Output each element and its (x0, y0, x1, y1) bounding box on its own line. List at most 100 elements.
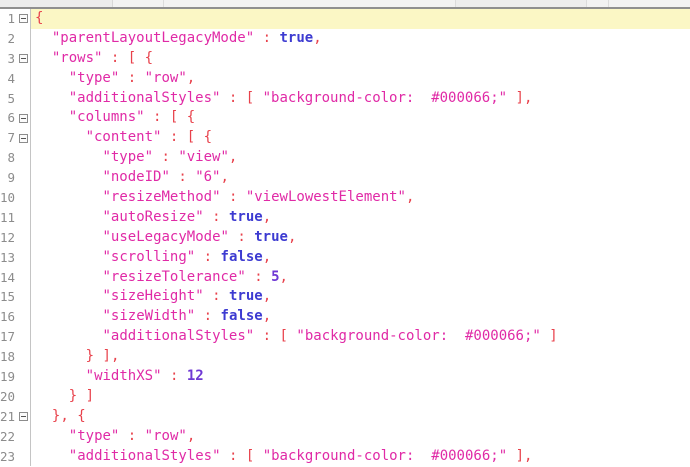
code-line[interactable]: 20 } ] (0, 387, 690, 407)
code-line[interactable]: 23 "additionalStyles" : [ "background-co… (0, 447, 690, 467)
code-token: : (254, 269, 262, 285)
code-token (221, 448, 229, 464)
code-token: "nodeID" (102, 169, 169, 185)
code-token (237, 189, 245, 205)
fold-toggle-icon[interactable] (19, 54, 28, 63)
gutter: 7 (0, 128, 31, 148)
line-number: 5 (0, 89, 17, 109)
line-number: 8 (0, 148, 17, 168)
code-line[interactable]: 15 "sizeHeight" : true, (0, 287, 690, 307)
code-token: "useLegacyMode" (103, 229, 229, 245)
code-token: "type" (69, 70, 120, 86)
code-line[interactable]: 18 } ], (0, 347, 690, 367)
code-token: "autoResize" (103, 209, 204, 225)
code-line[interactable]: 16 "sizeWidth" : false, (0, 307, 690, 327)
code-token (136, 50, 144, 66)
code-token (162, 368, 170, 384)
code-token: ] (516, 448, 524, 464)
code-token (69, 408, 77, 424)
code-line-text: "rows" : [ { (31, 49, 690, 69)
code-line[interactable]: 1{ (0, 9, 690, 29)
code-token (237, 448, 245, 464)
line-number: 18 (0, 347, 17, 367)
code-token (195, 308, 203, 324)
code-token: { (187, 109, 195, 125)
code-line[interactable]: 2 "parentLayoutLegacyMode" : true, (0, 29, 690, 49)
line-number: 12 (0, 228, 17, 248)
code-line-text: "type" : "view", (31, 148, 690, 168)
code-token (35, 448, 69, 464)
code-token: , (280, 269, 288, 285)
code-token: "viewLowestElement" (246, 189, 406, 205)
code-token: : (263, 328, 271, 344)
code-token: ] (516, 90, 524, 106)
fold-toggle-icon[interactable] (19, 114, 28, 123)
code-line[interactable]: 6 "columns" : [ { (0, 108, 690, 128)
code-token: 5 (271, 269, 279, 285)
fold-toggle-icon[interactable] (19, 134, 28, 143)
code-token (161, 109, 169, 125)
code-token (178, 129, 186, 145)
code-token (254, 30, 262, 46)
code-token (35, 348, 86, 364)
code-editor[interactable]: 1{2 "parentLayoutLegacyMode" : true,3 "r… (0, 9, 690, 466)
code-line[interactable]: 21 }, { (0, 407, 690, 427)
code-line[interactable]: 7 "content" : [ { (0, 128, 690, 148)
gutter: 1 (0, 9, 31, 29)
code-line[interactable]: 4 "type" : "row", (0, 69, 690, 89)
code-line[interactable]: 14 "resizeTolerance" : 5, (0, 268, 690, 288)
fold-toggle-icon[interactable] (19, 14, 28, 23)
line-number: 3 (0, 49, 17, 69)
gutter: 5 (0, 89, 31, 109)
code-token (187, 169, 195, 185)
code-token (145, 109, 153, 125)
code-token: "rows" (52, 50, 103, 66)
code-token: "columns" (69, 109, 145, 125)
code-token: , (524, 448, 532, 464)
code-line[interactable]: 22 "type" : "row", (0, 427, 690, 447)
line-number: 22 (0, 427, 17, 447)
code-token (35, 129, 86, 145)
code-token: ] (549, 328, 557, 344)
code-line[interactable]: 11 "autoResize" : true, (0, 208, 690, 228)
code-line[interactable]: 8 "type" : "view", (0, 148, 690, 168)
code-token: : (204, 308, 212, 324)
code-token: ] (103, 348, 111, 364)
gutter: 13 (0, 248, 31, 268)
gutter: 4 (0, 69, 31, 89)
code-line[interactable]: 17 "additionalStyles" : [ "background-co… (0, 327, 690, 347)
code-token (246, 229, 254, 245)
line-number: 4 (0, 69, 17, 89)
code-token: [ (128, 50, 136, 66)
code-line[interactable]: 13 "scrolling" : false, (0, 248, 690, 268)
code-token: "background-color: #000066;" (263, 90, 507, 106)
code-line[interactable]: 9 "nodeID" : "6", (0, 168, 690, 188)
fold-toggle-icon[interactable] (19, 412, 28, 421)
json-editor-window: 1{2 "parentLayoutLegacyMode" : true,3 "r… (0, 0, 690, 467)
gutter: 2 (0, 29, 31, 49)
code-line[interactable]: 3 "rows" : [ { (0, 49, 690, 69)
code-token (221, 288, 229, 304)
code-line[interactable]: 10 "resizeMethod" : "viewLowestElement", (0, 188, 690, 208)
code-token (35, 308, 102, 324)
code-line[interactable]: 19 "widthXS" : 12 (0, 367, 690, 387)
code-token: [ (246, 448, 254, 464)
code-line[interactable]: 12 "useLegacyMode" : true, (0, 228, 690, 248)
code-token (119, 50, 127, 66)
code-token: : (204, 249, 212, 265)
code-token (35, 368, 86, 384)
code-token: "background-color: #000066;" (296, 328, 540, 344)
code-token: "sizeHeight" (103, 288, 204, 304)
code-line-text: "type" : "row", (31, 69, 690, 89)
code-token (178, 109, 186, 125)
code-token: true (229, 209, 263, 225)
line-number: 6 (0, 108, 17, 128)
code-token: [ (280, 328, 288, 344)
code-line-text: "widthXS" : 12 (31, 367, 690, 387)
gutter: 19 (0, 367, 31, 387)
line-number: 7 (0, 128, 17, 148)
code-line[interactable]: 5 "additionalStyles" : [ "background-col… (0, 89, 690, 109)
code-token: { (145, 50, 153, 66)
code-token: : (178, 169, 186, 185)
code-token: , (263, 288, 271, 304)
